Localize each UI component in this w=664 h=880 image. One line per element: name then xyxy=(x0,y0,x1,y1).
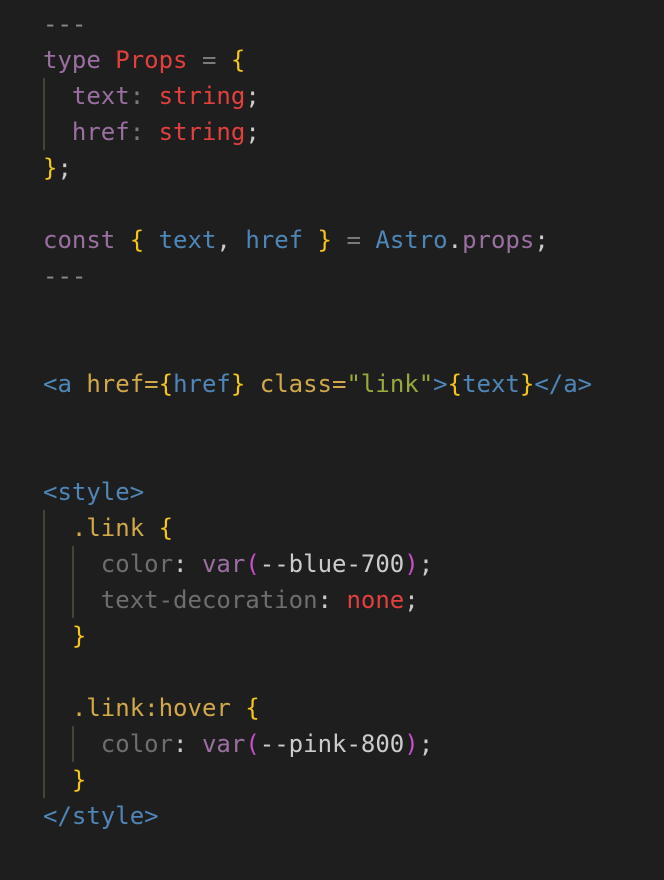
code-token-keyword: type xyxy=(43,46,116,74)
code-line[interactable]: </style> xyxy=(43,798,159,834)
code-token-dim: --- xyxy=(43,10,87,38)
code-token-keyword: href xyxy=(43,118,130,146)
code-token-punct: ; xyxy=(534,226,549,254)
code-token-punct: : xyxy=(173,550,202,578)
code-token-type: Props xyxy=(115,46,188,74)
code-token-attr: .link:hover xyxy=(43,694,246,722)
code-token-value: none xyxy=(346,586,405,614)
code-line[interactable]: } xyxy=(43,762,86,798)
code-line[interactable]: .link { xyxy=(43,510,173,546)
code-token-brace: { xyxy=(447,370,463,398)
code-token-brace: { xyxy=(158,514,174,542)
code-token-keyword: text xyxy=(43,82,130,110)
code-token-paren: ) xyxy=(404,730,419,758)
code-token-tag: <style> xyxy=(43,478,145,506)
code-token-brace: } xyxy=(43,622,87,650)
code-token-attr: class= xyxy=(245,370,347,398)
code-token-variable: Astro xyxy=(375,226,448,254)
code-token-attr: .link xyxy=(43,514,159,542)
code-token-punct: , xyxy=(216,226,246,254)
code-token-brace: { xyxy=(129,226,159,254)
code-token-prop: color xyxy=(43,730,174,758)
code-token-punct: ; xyxy=(404,586,419,614)
code-line[interactable]: href: string; xyxy=(43,114,260,150)
code-token-punct: ; xyxy=(245,118,260,146)
code-token-keyword: props xyxy=(462,226,535,254)
code-token-func: var xyxy=(201,730,246,758)
code-token-punct: ; xyxy=(57,154,72,182)
code-token-keyword: const xyxy=(43,226,130,254)
code-token-tag: </a> xyxy=(534,370,593,398)
code-token-func: var xyxy=(201,550,246,578)
code-line[interactable]: color: var(--blue-700); xyxy=(43,546,433,582)
code-token-operator: : xyxy=(129,118,159,146)
code-token-operator: : xyxy=(129,82,159,110)
code-token-variable: text xyxy=(158,226,217,254)
code-line[interactable]: type Props = { xyxy=(43,42,245,78)
code-token-punct: : xyxy=(173,730,202,758)
code-token-variable: href xyxy=(173,370,231,398)
code-token-punct: ; xyxy=(418,730,434,758)
code-token-punct: ; xyxy=(245,82,260,110)
code-token-brace: } xyxy=(43,766,87,794)
code-token-brace: } xyxy=(303,226,333,254)
code-token-dim: --- xyxy=(43,262,87,290)
code-token-attr: href= xyxy=(86,370,159,398)
code-token-string: "link" xyxy=(346,370,434,398)
code-token-text: --blue-700 xyxy=(259,550,405,578)
code-token-variable: href xyxy=(245,226,304,254)
code-line[interactable]: <style> xyxy=(43,474,144,510)
code-token-paren: ( xyxy=(245,550,260,578)
code-token-text: --pink-800 xyxy=(259,730,405,758)
code-line[interactable]: }; xyxy=(43,150,72,186)
code-line[interactable]: color: var(--pink-800); xyxy=(43,726,433,762)
code-token-operator: = xyxy=(187,46,231,74)
code-token-brace: } xyxy=(519,370,535,398)
code-token-brace: { xyxy=(230,46,246,74)
code-line[interactable]: text-decoration: none; xyxy=(43,582,419,618)
code-token-brace: { xyxy=(158,370,174,398)
code-line[interactable]: } xyxy=(43,618,86,654)
code-token-tag: <a xyxy=(43,370,87,398)
code-token-operator: = xyxy=(332,226,376,254)
code-line[interactable]: <a href={href} class="link">{text}</a> xyxy=(43,366,592,402)
code-token-punct: ; xyxy=(418,550,434,578)
code-token-tag: > xyxy=(433,370,448,398)
code-token-variable: text xyxy=(462,370,520,398)
code-editor[interactable]: --- type Props = { text: string; href: st… xyxy=(0,0,664,880)
code-token-punct: . xyxy=(447,226,463,254)
code-token-brace: } xyxy=(230,370,246,398)
code-line[interactable]: .link:hover { xyxy=(43,690,260,726)
code-token-punct: : xyxy=(317,586,347,614)
code-token-prop: text-decoration xyxy=(43,586,318,614)
code-token-type: string xyxy=(158,118,246,146)
code-line[interactable]: const { text, href } = Astro.props; xyxy=(43,222,549,258)
code-token-brace: { xyxy=(245,694,260,722)
code-line[interactable]: --- xyxy=(43,6,86,42)
code-token-paren: ( xyxy=(245,730,260,758)
code-token-paren: ) xyxy=(404,550,419,578)
code-token-prop: color xyxy=(43,550,174,578)
code-line[interactable]: text: string; xyxy=(43,78,260,114)
code-token-brace: } xyxy=(43,154,58,182)
code-token-type: string xyxy=(158,82,246,110)
code-line[interactable]: --- xyxy=(43,258,86,294)
code-token-tag: </style> xyxy=(43,802,159,830)
